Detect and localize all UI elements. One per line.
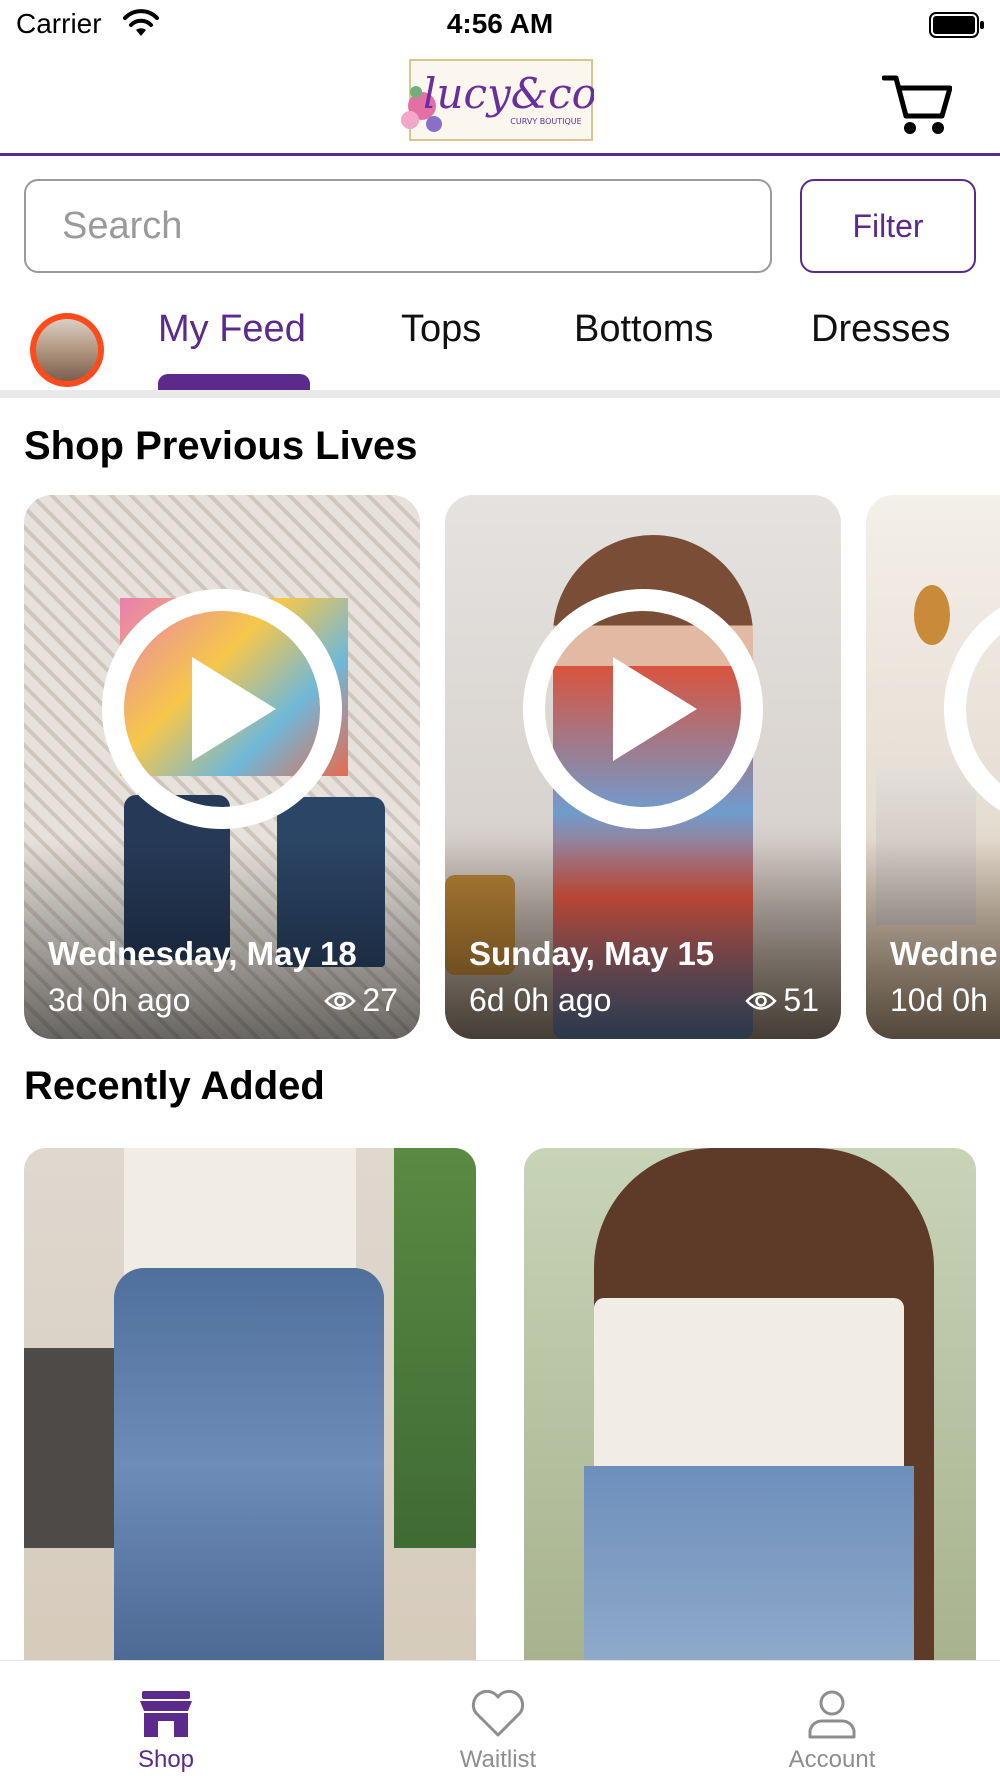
person-icon	[808, 1690, 856, 1739]
product-image-detail	[584, 1466, 914, 1660]
live-card[interactable]: Wednesday, May 18 3d 0h ago 27	[24, 495, 420, 1039]
tab-bar-account[interactable]: Account	[732, 1661, 932, 1779]
filter-button[interactable]: Filter	[800, 179, 976, 273]
avatar[interactable]	[30, 313, 104, 387]
avatar-photo	[36, 319, 98, 381]
previous-lives-title: Shop Previous Lives	[24, 424, 418, 468]
eye-icon	[745, 991, 778, 1010]
live-time-ago: 10d 0h	[890, 982, 988, 1018]
status-bar: Carrier 4:56 AM	[0, 0, 1000, 50]
tab-bottoms[interactable]: Bottoms	[574, 308, 713, 351]
product-card[interactable]	[524, 1148, 976, 1660]
category-tabs: My Feed Tops Bottoms Dresses	[0, 300, 1000, 396]
live-date: Sunday, May 15	[469, 935, 715, 972]
status-time: 4:56 AM	[446, 8, 554, 39]
tab-bar-label: Waitlist	[459, 1746, 537, 1773]
live-views: 51	[745, 982, 819, 1019]
eye-icon	[324, 991, 357, 1010]
play-icon[interactable]	[942, 587, 1000, 831]
play-icon[interactable]	[521, 587, 765, 831]
product-image-detail	[394, 1148, 476, 1548]
product-card[interactable]	[24, 1148, 476, 1660]
tab-my-feed[interactable]: My Feed	[158, 308, 306, 351]
live-time-ago: 6d 0h ago	[469, 982, 612, 1018]
recently-added-title: Recently Added	[24, 1064, 325, 1108]
tab-bar-label: Shop	[137, 1746, 195, 1773]
tab-bar-label: Account	[788, 1746, 876, 1773]
product-image	[594, 1298, 904, 1484]
battery-icon	[929, 12, 984, 38]
live-date: Wednesday, May 18	[48, 935, 357, 972]
tab-tops[interactable]: Tops	[401, 308, 481, 351]
view-count: 51	[783, 982, 819, 1018]
tab-dresses[interactable]: Dresses	[811, 308, 950, 351]
search-input[interactable]	[26, 181, 770, 271]
live-date: Wedne	[890, 935, 998, 972]
product-image-detail	[124, 1148, 356, 1282]
view-count: 27	[362, 982, 398, 1018]
live-views: 27	[324, 982, 398, 1019]
product-image-detail	[24, 1348, 120, 1548]
search-box[interactable]	[24, 179, 772, 273]
app-header: lucy&co CURVY BOUTIQUE	[0, 50, 1000, 156]
svg-text:lucy&co: lucy&co	[423, 69, 594, 118]
live-time-ago: 3d 0h ago	[48, 982, 191, 1018]
heart-icon	[471, 1689, 525, 1737]
shop-icon	[140, 1691, 192, 1737]
tab-bar-shop[interactable]: Shop	[66, 1661, 266, 1779]
bottom-tab-bar: Shop Waitlist Account	[0, 1660, 1000, 1779]
play-icon[interactable]	[100, 587, 344, 831]
live-card[interactable]: Wedne 10d 0h	[866, 495, 1000, 1039]
live-card[interactable]: Sunday, May 15 6d 0h ago 51	[445, 495, 841, 1039]
cart-icon[interactable]	[882, 72, 952, 138]
tab-bar-waitlist[interactable]: Waitlist	[398, 1661, 598, 1779]
product-image	[114, 1268, 384, 1660]
svg-text:CURVY BOUTIQUE: CURVY BOUTIQUE	[510, 117, 581, 126]
brand-logo[interactable]: lucy&co CURVY BOUTIQUE	[396, 58, 594, 144]
tabs-divider	[0, 390, 1000, 398]
